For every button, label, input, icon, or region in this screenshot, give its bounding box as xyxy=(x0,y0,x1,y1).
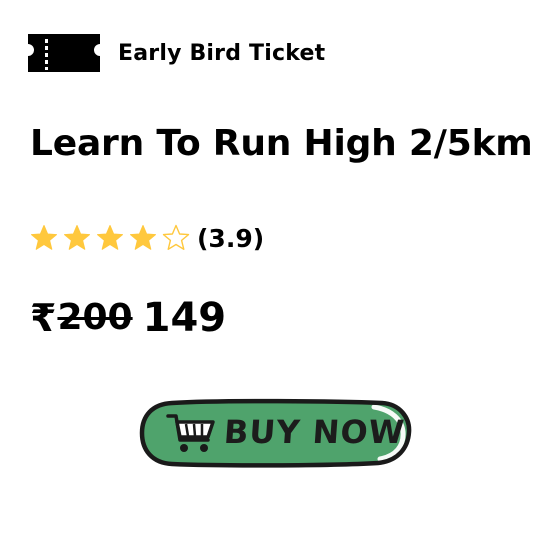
currency-symbol: ₹ xyxy=(30,296,57,340)
current-price: 149 xyxy=(142,295,227,341)
star-empty-icon xyxy=(162,224,190,250)
star-filled-icon xyxy=(64,225,90,250)
star-rating xyxy=(30,224,195,252)
star-filled-icon xyxy=(130,225,156,250)
star-filled-icon xyxy=(31,225,57,250)
event-title: Learn To Run High 2/5km xyxy=(30,123,533,164)
rating: (3.9) xyxy=(30,220,264,256)
buy-now-button[interactable]: BUY NOW xyxy=(138,398,414,468)
rating-value: (3.9) xyxy=(197,223,265,253)
star-filled-icon xyxy=(97,225,123,250)
ticket-tag: Early Bird Ticket xyxy=(28,34,325,72)
original-price: 200 xyxy=(57,297,133,338)
ticket-icon xyxy=(28,34,100,72)
price: ₹ 200 149 xyxy=(30,288,226,348)
ticket-type-label: Early Bird Ticket xyxy=(118,40,326,66)
shopping-cart-icon xyxy=(166,414,215,452)
buy-now-label: BUY NOW xyxy=(222,413,407,451)
